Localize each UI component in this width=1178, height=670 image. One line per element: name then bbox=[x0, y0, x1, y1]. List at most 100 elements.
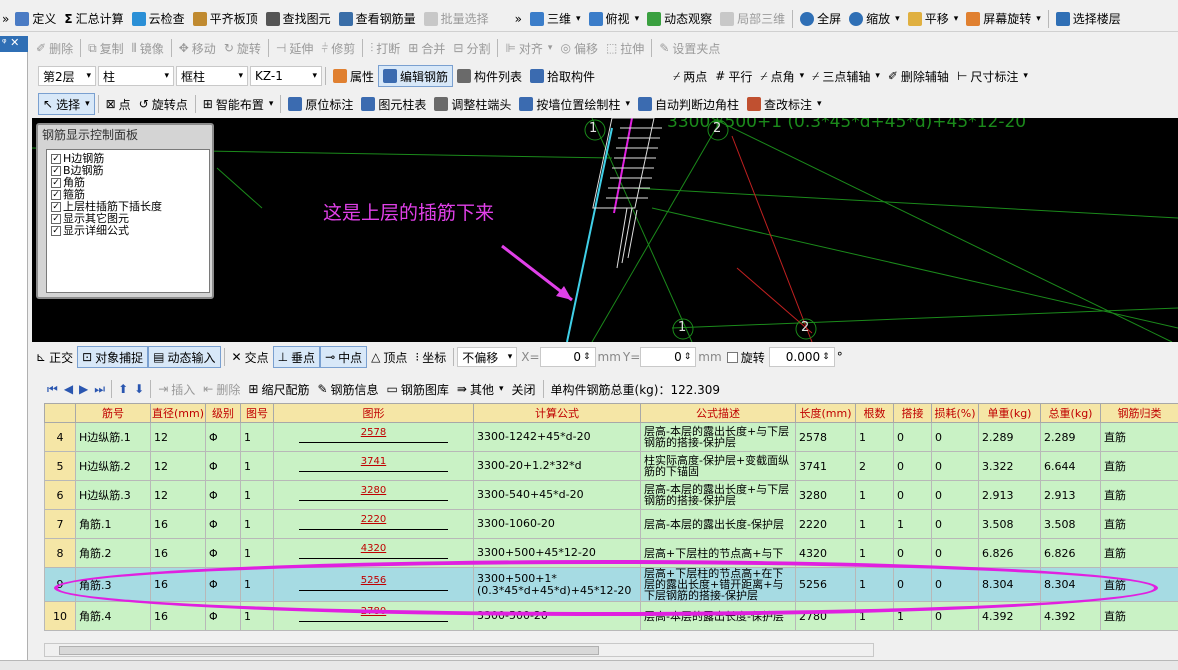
cell-unit_w[interactable]: 2.913 bbox=[978, 480, 1041, 510]
checkbox-checked[interactable]: ✓ bbox=[51, 178, 61, 188]
cell-unit_w[interactable]: 3.508 bbox=[978, 509, 1041, 539]
row-number[interactable]: 4 bbox=[44, 422, 76, 452]
cell-name[interactable]: 角筋.4 bbox=[75, 601, 151, 631]
perpendicular-button[interactable]: ⊥ 垂点 bbox=[272, 346, 321, 368]
cell-formula[interactable]: 3300+500+1*(0.3*45*d+45*d)+45*12-20 bbox=[473, 567, 641, 602]
cell-fig[interactable]: 1 bbox=[240, 567, 274, 602]
offset-button[interactable]: ◎ 偏移 bbox=[556, 37, 602, 59]
cell-loss[interactable]: 0 bbox=[931, 567, 979, 602]
midpoint-button[interactable]: ⊸ 中点 bbox=[320, 346, 368, 368]
category-select[interactable]: 柱 ▾ bbox=[98, 66, 174, 86]
cell-unit_w[interactable]: 8.304 bbox=[978, 567, 1041, 602]
checkbox-checked[interactable]: ✓ bbox=[51, 154, 61, 164]
cell-name[interactable]: H边纵筋.1 bbox=[75, 422, 151, 452]
cell-name[interactable]: H边纵筋.2 bbox=[75, 451, 151, 481]
smart-layout-button[interactable]: ⊞ 智能布置 ▾ bbox=[199, 93, 278, 115]
screen-rotate-button[interactable]: 屏幕旋转 ▾ bbox=[962, 8, 1045, 30]
cell-grade[interactable]: Φ bbox=[205, 538, 241, 568]
dimension-button[interactable]: ⊢ 尺寸标注 ▾ bbox=[953, 65, 1032, 87]
cell-cls[interactable]: 直筋 bbox=[1100, 601, 1178, 631]
cell-dia[interactable]: 16 bbox=[150, 509, 206, 539]
zoom-button[interactable]: 缩放 ▾ bbox=[845, 8, 904, 30]
row-number[interactable]: 5 bbox=[44, 451, 76, 481]
cell-formula[interactable]: 3300-500-20 bbox=[473, 601, 641, 631]
cell-unit_w[interactable]: 4.392 bbox=[978, 601, 1041, 631]
last-record-button[interactable]: ⏭ bbox=[91, 378, 108, 400]
cell-fig[interactable]: 1 bbox=[240, 422, 274, 452]
prev-record-button[interactable]: ◀ bbox=[61, 378, 76, 400]
batch-select-button[interactable]: 批量选择 bbox=[420, 8, 493, 30]
move-up-button[interactable]: ⬆ bbox=[115, 378, 131, 400]
cell-shape[interactable]: 3741 bbox=[273, 451, 474, 481]
move-down-button[interactable]: ⬇ bbox=[131, 378, 147, 400]
adjust-column-end-button[interactable]: 调整柱端头 bbox=[430, 93, 515, 115]
cell-dia[interactable]: 12 bbox=[150, 451, 206, 481]
cell-formula[interactable]: 3300-1060-20 bbox=[473, 509, 641, 539]
column-table-button[interactable]: 图元柱表 bbox=[357, 93, 430, 115]
cell-desc[interactable]: 层高+下层柱的节点高+在下层的露出长度+错开距离+与下层钢筋的搭接-保护层 bbox=[640, 567, 796, 602]
cell-grade[interactable]: Φ bbox=[205, 509, 241, 539]
object-snap-button[interactable]: ⊡ 对象捕捉 bbox=[77, 346, 149, 368]
checkbox-checked[interactable]: ✓ bbox=[51, 190, 61, 200]
cell-count[interactable]: 2 bbox=[855, 451, 894, 481]
offset-mode-select[interactable]: 不偏移 ▾ bbox=[457, 347, 518, 367]
cell-total_w[interactable]: 2.289 bbox=[1040, 422, 1101, 452]
cell-len[interactable]: 2578 bbox=[795, 422, 856, 452]
cell-formula[interactable]: 3300-20+1.2*32*d bbox=[473, 451, 641, 481]
row-number[interactable]: 9 bbox=[44, 567, 76, 602]
cell-loss[interactable]: 0 bbox=[931, 509, 979, 539]
rotate-point-button[interactable]: ↺ 旋转点 bbox=[135, 93, 192, 115]
table-row[interactable]: 4 H边纵筋.1 12 Φ 1 2578 3300-1242+45*d-20 层高-本层的露出… bbox=[44, 422, 1178, 452]
next-record-button[interactable]: ▶ bbox=[76, 378, 91, 400]
cell-total_w[interactable]: 8.304 bbox=[1040, 567, 1101, 602]
cell-len[interactable]: 3741 bbox=[795, 451, 856, 481]
cell-dia[interactable]: 16 bbox=[150, 538, 206, 568]
cell-desc[interactable]: 层高+下层柱的节点高+与下 bbox=[640, 538, 796, 568]
cell-loss[interactable]: 0 bbox=[931, 451, 979, 481]
checkbox-checked[interactable]: ✓ bbox=[51, 202, 61, 212]
cloud-check-button[interactable]: 云检查 bbox=[128, 8, 189, 30]
cell-total_w[interactable]: 6.644 bbox=[1040, 451, 1101, 481]
cell-fig[interactable]: 1 bbox=[240, 509, 274, 539]
delete-row-button[interactable]: ⇤ 删除 bbox=[199, 378, 244, 400]
top-view-button[interactable]: 俯视 ▾ bbox=[585, 8, 644, 30]
cell-desc[interactable]: 层高-本层的露出长度+与下层钢筋的搭接-保护层 bbox=[640, 422, 796, 452]
cell-lap[interactable]: 1 bbox=[893, 509, 932, 539]
cell-count[interactable]: 1 bbox=[855, 509, 894, 539]
cell-shape[interactable]: 2578 bbox=[273, 422, 474, 452]
rotate-button[interactable]: ↻ 旋转 bbox=[220, 37, 265, 59]
scale-rebar-button[interactable]: ⊞ 缩尺配筋 bbox=[244, 378, 313, 400]
view-rebar-button[interactable]: 查看钢筋量 bbox=[335, 8, 420, 30]
edit-annotation-button[interactable]: 查改标注 ▾ bbox=[743, 93, 826, 115]
subtype-select[interactable]: 框柱 ▾ bbox=[176, 66, 248, 86]
align-button[interactable]: ⊫ 对齐 ▾ bbox=[501, 37, 556, 59]
close-table-button[interactable]: 关闭 bbox=[508, 378, 540, 400]
grip-button[interactable]: ✎ 设置夹点 bbox=[655, 37, 724, 59]
row-number[interactable]: 10 bbox=[44, 601, 76, 631]
floor-select[interactable]: 第2层 ▾ bbox=[38, 66, 96, 86]
cell-count[interactable]: 1 bbox=[855, 601, 894, 631]
toolbar-overflow[interactable]: » bbox=[0, 8, 11, 30]
table-row[interactable]: 7 角筋.1 16 Φ 1 2220 3300-1060-20 层高-本层的露出长度-保护层 2… bbox=[44, 509, 1178, 539]
cell-formula[interactable]: 3300-540+45*d-20 bbox=[473, 480, 641, 510]
cell-len[interactable]: 3280 bbox=[795, 480, 856, 510]
cell-cls[interactable]: 直筋 bbox=[1100, 451, 1178, 481]
cell-shape[interactable]: 4320 bbox=[273, 538, 474, 568]
delete-button[interactable]: ✐ 删除 bbox=[32, 37, 77, 59]
pin-icon[interactable]: ᵠ bbox=[2, 36, 7, 49]
other-button[interactable]: ⇛ 其他 ▾ bbox=[453, 378, 508, 400]
point-angle-button[interactable]: ⌿ 点角 ▾ bbox=[756, 65, 808, 87]
rotate-input[interactable]: 0.000 ⇕ bbox=[768, 347, 835, 367]
copy-button[interactable]: ⧉ 复制 bbox=[84, 37, 128, 59]
select-floor-button[interactable]: 选择楼层 bbox=[1052, 8, 1125, 30]
cell-cls[interactable]: 直筋 bbox=[1100, 538, 1178, 568]
inplace-annotation-button[interactable]: 原位标注 bbox=[284, 93, 357, 115]
rotate-checkbox[interactable] bbox=[726, 351, 738, 363]
cell-lap[interactable]: 0 bbox=[893, 567, 932, 602]
cell-total_w[interactable]: 2.913 bbox=[1040, 480, 1101, 510]
auto-corner-button[interactable]: 自动判断边角柱 bbox=[634, 93, 743, 115]
checkbox-checked[interactable]: ✓ bbox=[51, 166, 61, 176]
cell-total_w[interactable]: 3.508 bbox=[1040, 509, 1101, 539]
merge-button[interactable]: ⊞ 合并 bbox=[404, 37, 449, 59]
cell-desc[interactable]: 层高-本层的露出长度-保护层 bbox=[640, 601, 796, 631]
